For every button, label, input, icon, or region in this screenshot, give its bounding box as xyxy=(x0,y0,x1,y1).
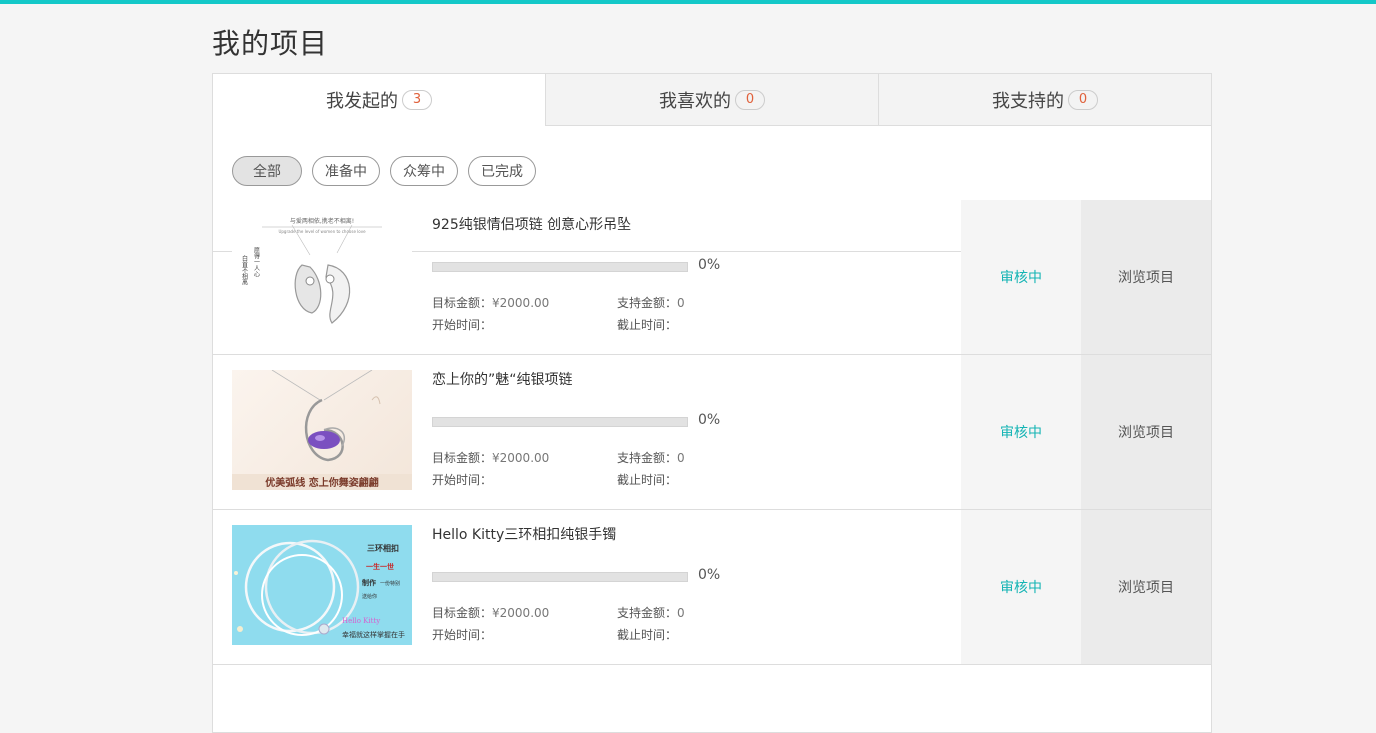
goal-amount-label: 目标金额： xyxy=(432,606,493,620)
end-time-label: 截止时间： xyxy=(617,473,678,487)
goal-amount-value: ¥2000.00 xyxy=(492,606,550,620)
project-info: 925纯银情侣项链 创意心形吊坠 0% 目标金额：¥2000.00 支持金额：0… xyxy=(432,200,952,355)
page-title: 我的项目 xyxy=(212,27,329,60)
progress-percent: 0% xyxy=(698,412,721,428)
filter-completed-button[interactable]: 已完成 xyxy=(468,156,536,186)
count-badge: 0 xyxy=(1068,89,1098,110)
goal-amount: 目标金额：¥2000.00 xyxy=(432,604,549,621)
top-accent-bar xyxy=(0,0,1376,4)
project-row: 优美弧线 恋上你舞姿翩翩 恋上你的”魅“纯银项链 0% 目标金额：¥2000.0… xyxy=(213,355,1211,510)
tab-label: 我喜欢的 xyxy=(659,90,731,112)
support-amount: 支持金额：0 xyxy=(617,294,685,311)
goal-amount: 目标金额：¥2000.00 xyxy=(432,294,549,311)
count-badge: 3 xyxy=(402,89,432,110)
start-time-label: 开始时间： xyxy=(432,473,493,487)
tab-launched[interactable]: 我发起的 3 xyxy=(213,74,545,126)
end-time-label: 截止时间： xyxy=(617,318,678,332)
thumbnail-text: 优美弧线 恋上你舞姿翩翩 xyxy=(265,476,378,489)
thumbnail-text: 三环相扣 xyxy=(367,543,399,553)
support-amount-label: 支持金额： xyxy=(617,296,678,310)
thumbnail-text: 制作 xyxy=(362,578,376,587)
projects-panel: 我发起的 3 我喜欢的 0 我支持的 0 全部 准备中 众筹中 已完成 与爱两相… xyxy=(212,73,1212,733)
progress-percent: 0% xyxy=(698,567,721,583)
project-row: 与爱两相依,携老不相离! Upgrade the level of women … xyxy=(213,200,1211,355)
goal-amount: 目标金额：¥2000.00 xyxy=(432,449,549,466)
tab-label: 我发起的 xyxy=(326,90,398,112)
end-time: 截止时间： xyxy=(617,626,677,643)
project-thumbnail[interactable]: 与爱两相依,携老不相离! Upgrade the level of women … xyxy=(232,215,412,335)
project-thumbnail[interactable]: 三环相扣 一生一世 制作 一份特别 送给你 Hello Kitty 幸福就这样掌… xyxy=(232,525,412,645)
end-time: 截止时间： xyxy=(617,471,677,488)
support-amount-label: 支持金额： xyxy=(617,606,678,620)
start-time: 开始时间： xyxy=(432,316,492,333)
progress-bar xyxy=(432,262,688,272)
count-badge: 0 xyxy=(735,89,765,110)
tab-supported[interactable]: 我支持的 0 xyxy=(878,74,1211,126)
thumbnail-text: 白首不相离 xyxy=(241,254,248,286)
progress-bar xyxy=(432,572,688,582)
goal-amount-label: 目标金额： xyxy=(432,296,493,310)
goal-amount-value: ¥2000.00 xyxy=(492,451,550,465)
thumbnail-text: 送给你 xyxy=(362,593,377,600)
start-time: 开始时间： xyxy=(432,471,492,488)
thumbnail-text: Hello Kitty xyxy=(342,617,380,625)
project-title[interactable]: 925纯银情侣项链 创意心形吊坠 xyxy=(432,214,631,234)
project-info: 恋上你的”魅“纯银项链 0% 目标金额：¥2000.00 支持金额：0 开始时间… xyxy=(432,355,952,510)
filter-preparing-button[interactable]: 准备中 xyxy=(312,156,380,186)
support-amount: 支持金额：0 xyxy=(617,604,685,621)
project-title[interactable]: 恋上你的”魅“纯银项链 xyxy=(432,369,573,389)
support-amount-label: 支持金额： xyxy=(617,451,678,465)
project-info: Hello Kitty三环相扣纯银手镯 0% 目标金额：¥2000.00 支持金… xyxy=(432,510,952,665)
filter-crowdfunding-button[interactable]: 众筹中 xyxy=(390,156,458,186)
support-amount-value: 0 xyxy=(677,296,685,310)
thumbnail-text: 愿得一人心 xyxy=(253,247,260,277)
filter-all-button[interactable]: 全部 xyxy=(232,156,302,186)
progress-percent: 0% xyxy=(698,257,721,273)
start-time: 开始时间： xyxy=(432,626,492,643)
goal-amount-value: ¥2000.00 xyxy=(492,296,550,310)
project-thumbnail[interactable]: 优美弧线 恋上你舞姿翩翩 xyxy=(232,370,412,490)
browse-project-button[interactable]: 浏览项目 xyxy=(1081,200,1211,354)
support-amount: 支持金额：0 xyxy=(617,449,685,466)
thumbnail-text: 一份特别 xyxy=(380,580,400,587)
browse-project-button[interactable]: 浏览项目 xyxy=(1081,510,1211,664)
start-time-label: 开始时间： xyxy=(432,628,493,642)
status-label: 审核中 xyxy=(961,355,1081,509)
thumbnail-text: 幸福就这样掌握在手 xyxy=(342,630,405,639)
project-row: 三环相扣 一生一世 制作 一份特别 送给你 Hello Kitty 幸福就这样掌… xyxy=(213,510,1211,665)
progress-bar xyxy=(432,417,688,427)
tab-label: 我支持的 xyxy=(992,90,1064,112)
thumbnail-text: 与爱两相依,携老不相离! xyxy=(290,217,354,225)
end-time-label: 截止时间： xyxy=(617,628,678,642)
support-amount-value: 0 xyxy=(677,451,685,465)
project-tabs: 我发起的 3 我喜欢的 0 我支持的 0 xyxy=(213,74,1211,126)
start-time-label: 开始时间： xyxy=(432,318,493,332)
status-label: 审核中 xyxy=(961,200,1081,354)
project-title[interactable]: Hello Kitty三环相扣纯银手镯 xyxy=(432,524,616,544)
browse-project-button[interactable]: 浏览项目 xyxy=(1081,355,1211,509)
thumbnail-text: Upgrade the level of women to choose lov… xyxy=(278,229,366,234)
support-amount-value: 0 xyxy=(677,606,685,620)
thumbnail-text: 一生一世 xyxy=(366,562,394,571)
tab-liked[interactable]: 我喜欢的 0 xyxy=(545,74,878,126)
end-time: 截止时间： xyxy=(617,316,677,333)
status-label: 审核中 xyxy=(961,510,1081,664)
goal-amount-label: 目标金额： xyxy=(432,451,493,465)
